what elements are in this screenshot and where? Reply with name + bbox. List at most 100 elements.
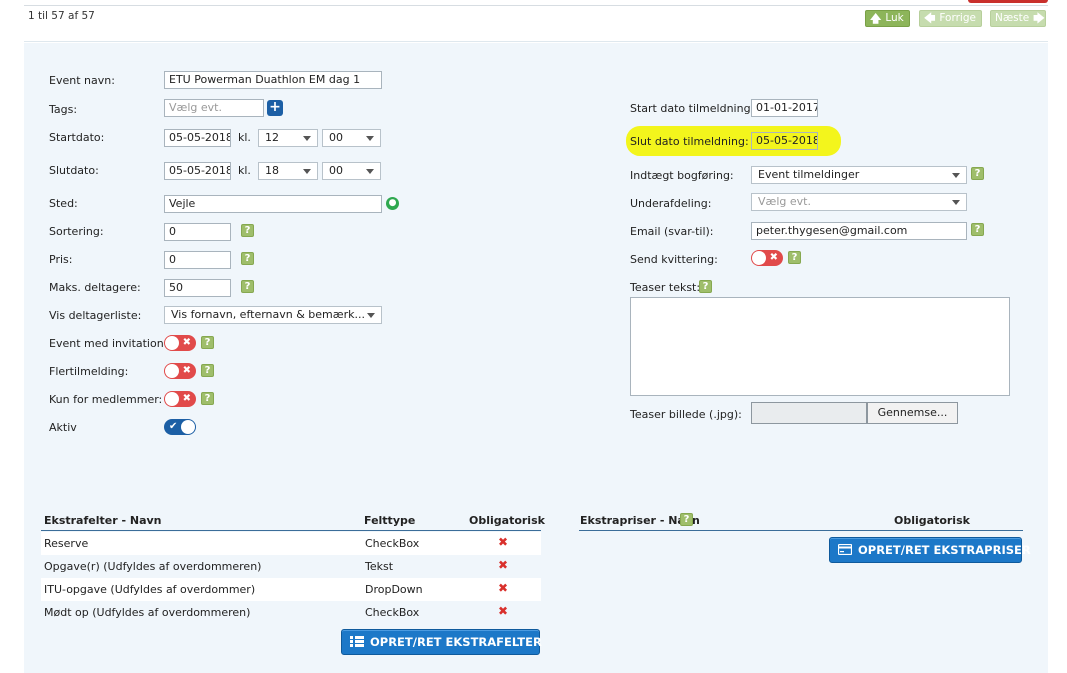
table-divider [579,530,1023,531]
row-type: Tekst [365,560,394,573]
price-input[interactable]: 0 [164,251,231,269]
table-divider [41,530,541,531]
participant-list-select[interactable]: Vis fornavn, efternavn & bemærk... [164,306,382,324]
chevron-down-icon [366,169,374,174]
invitation-toggle[interactable]: ✖ [164,335,196,351]
globe-icon[interactable]: ● [386,197,399,210]
email-label: Email (svar-til): [630,225,714,238]
max-participants-label: Maks. deltagere: [49,281,141,294]
tags-input[interactable]: Vælg evt. [164,99,264,117]
arrow-left-icon: 🡄 [924,12,936,25]
arrow-right-icon: 🡆 [1033,12,1045,25]
teaser-image-label: Teaser billede (.jpg): [630,408,742,421]
close-icon: ✖ [498,604,509,618]
income-accounting-select[interactable]: Event tilmeldinger [751,166,967,184]
help-icon[interactable]: ? [788,251,801,264]
next-button[interactable]: Næste 🡆 [990,10,1046,27]
tags-label: Tags: [49,103,78,116]
help-icon[interactable]: ? [680,513,693,526]
email-input[interactable]: peter.thygesen@gmail.com [751,222,967,240]
registration-start-label: Start dato tilmeldning: [630,102,755,115]
start-time-kl-label: kl. [238,131,251,144]
help-icon[interactable]: ? [241,280,254,293]
chevron-down-icon [952,200,960,205]
next-button-label: Næste [995,12,1030,24]
members-only-toggle[interactable]: ✖ [164,391,196,407]
start-hour-select[interactable]: 12 [258,129,318,147]
close-button[interactable]: 🡅 Luk [865,10,910,27]
toggle-knob [165,336,179,350]
end-hour-value: 18 [265,164,279,177]
table-row: Opgave(r) (Udfyldes af overdommeren) Tek… [41,555,541,578]
location-input[interactable]: Vejle [164,195,382,213]
previous-button[interactable]: 🡄 Forrige [919,10,982,27]
browse-button[interactable]: Gennemse... [867,402,958,424]
add-tag-icon[interactable]: + [267,100,283,116]
end-minute-select[interactable]: 00 [322,162,381,180]
participant-list-label: Vis deltagerliste: [49,309,142,322]
help-icon[interactable]: ? [241,252,254,265]
active-toggle[interactable]: ✔ [164,419,196,435]
teaser-image-file-field[interactable] [751,402,867,424]
start-date-input[interactable]: 05-05-2018 [164,129,231,147]
row-name: Reserve [44,537,89,550]
send-receipt-toggle[interactable]: ✖ [751,250,783,266]
chevron-down-icon [952,173,960,178]
teaser-text-label: Teaser tekst: [630,281,701,294]
teaser-text-area[interactable] [630,297,1010,396]
send-receipt-label: Send kvittering: [630,253,718,266]
chevron-down-icon [303,136,311,141]
previous-button-label: Forrige [939,12,976,24]
multi-registration-label: Flertilmelding: [49,365,129,378]
edit-extra-prices-button[interactable]: OPRET/RET EKSTRAPRISER [829,537,1031,563]
income-accounting-label: Indtægt bogføring: [630,169,734,182]
close-icon: ✖ [182,393,191,404]
multi-registration-toggle[interactable]: ✖ [164,363,196,379]
toggle-knob [165,392,179,406]
help-icon[interactable]: ? [201,392,214,405]
row-name: Opgave(r) (Udfyldes af overdommeren) [44,560,262,573]
row-type: DropDown [365,583,423,596]
extra-prices-required-header: Obligatorisk [894,514,970,527]
table-row: Mødt op (Udfyldes af overdommeren) Check… [41,601,541,624]
row-name: ITU-opgave (Udfyldes af overdommer) [44,583,256,596]
close-icon: ✖ [182,337,191,348]
event-name-input[interactable]: ETU Powerman Duathlon EM dag 1 [164,71,382,89]
start-hour-value: 12 [265,131,279,144]
row-type: CheckBox [365,606,420,619]
help-icon[interactable]: ? [971,167,984,180]
close-icon: ✖ [182,365,191,376]
registration-start-input[interactable]: 01-01-2017 [751,99,818,117]
location-label: Sted: [49,197,78,210]
subdivision-placeholder: Vælg evt. [758,195,811,208]
end-date-label: Slutdato: [49,164,99,177]
help-icon[interactable]: ? [201,364,214,377]
subdivision-select[interactable]: Vælg evt. [751,193,967,211]
max-participants-input[interactable]: 50 [164,279,231,297]
table-row: ITU-opgave (Udfyldes af overdommer) Drop… [41,578,541,601]
end-hour-select[interactable]: 18 [258,162,318,180]
extra-fields-name-header: Ekstrafelter - Navn [44,514,162,527]
toggle-knob [752,251,766,265]
income-accounting-value: Event tilmeldinger [758,168,860,181]
sorting-input[interactable]: 0 [164,223,231,241]
registration-end-input[interactable]: 05-05-2018 [751,132,818,150]
invitation-label: Event med invitation: [49,337,168,350]
close-button-label: Luk [885,12,904,24]
help-icon[interactable]: ? [971,223,984,236]
start-minute-select[interactable]: 00 [322,129,381,147]
toggle-knob [165,364,179,378]
chevron-down-icon [366,136,374,141]
help-icon[interactable]: ? [699,280,712,293]
row-name: Mødt op (Udfyldes af overdommeren) [44,606,251,619]
close-icon: ✖ [498,558,509,572]
end-date-input[interactable]: 05-05-2018 [164,162,231,180]
edit-extra-prices-button-label: OPRET/RET EKSTRAPRISER [858,543,1031,557]
active-label: Aktiv [49,421,77,434]
members-only-label: Kun for medlemmer: [49,393,163,406]
subdivision-label: Underafdeling: [630,197,712,210]
credit-card-icon [838,544,852,555]
help-icon[interactable]: ? [241,224,254,237]
help-icon[interactable]: ? [201,336,214,349]
edit-extra-fields-button[interactable]: OPRET/RET EKSTRAFELTER [341,629,542,655]
